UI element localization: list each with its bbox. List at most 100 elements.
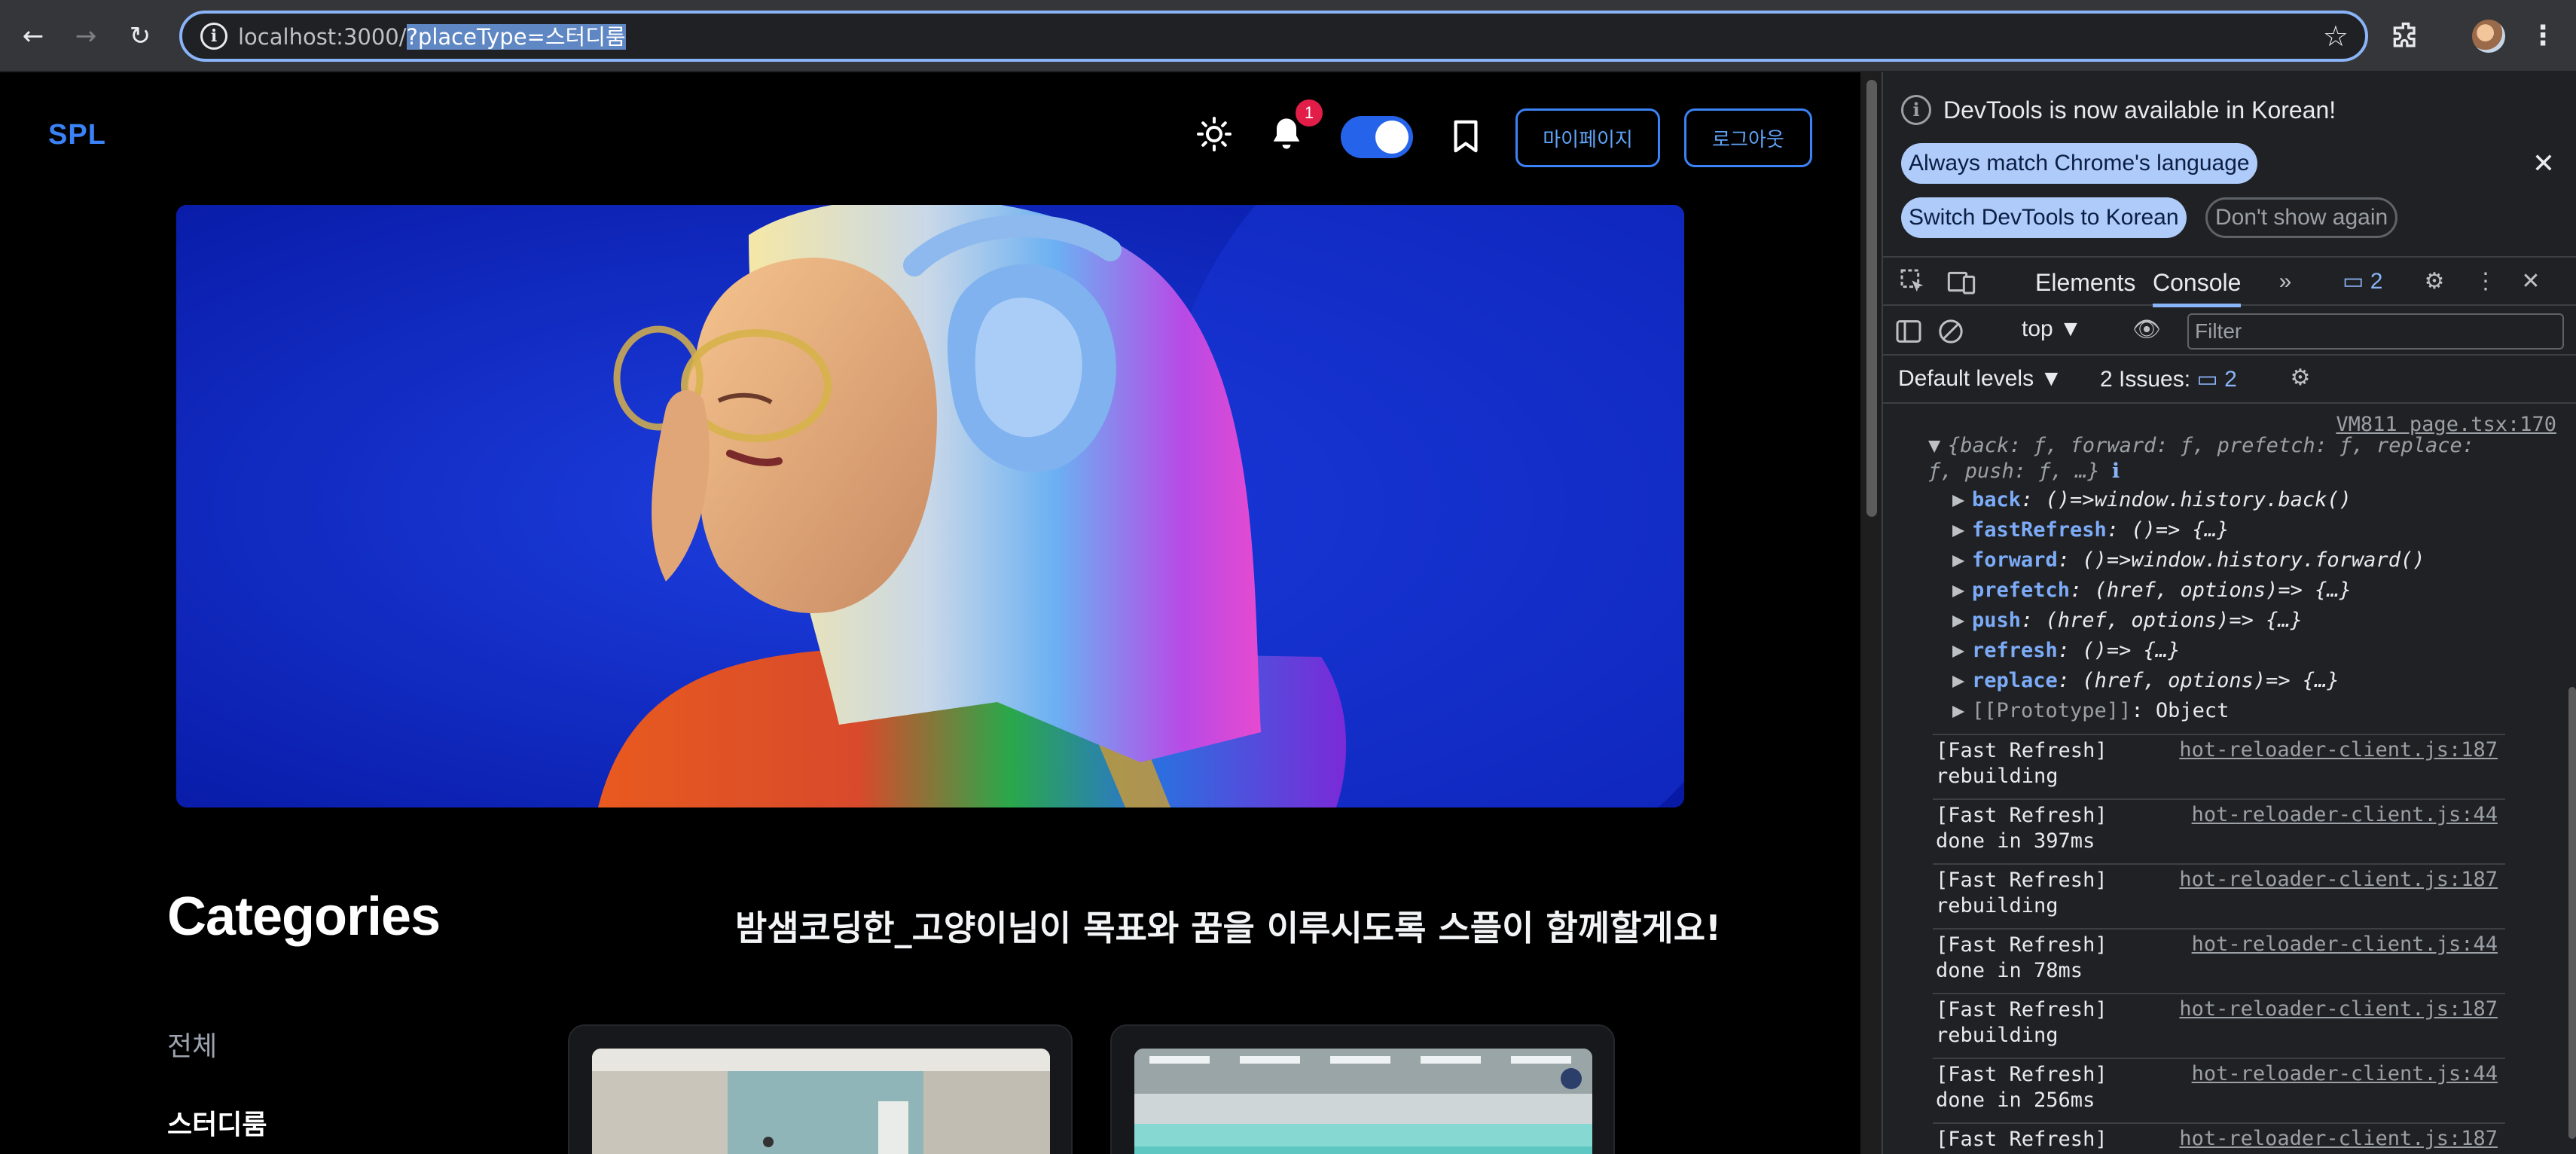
log-source-link[interactable]: hot-reloader-client.js:44 [2192, 803, 2498, 826]
expand-arrow-icon[interactable]: ▶ [1952, 518, 1972, 542]
expand-arrow-icon[interactable]: ▶ [1952, 609, 1972, 632]
object-prop[interactable]: ▶ prefetch: (href, options)=> {…} [1952, 579, 2352, 602]
hero-banner-image [176, 205, 1684, 807]
log-message: [Fast Refresh] done in 256ms [1936, 1063, 2107, 1112]
expand-arrow-icon[interactable]: ▶ [1952, 488, 1972, 511]
expand-arrow-icon[interactable]: ▶ [1952, 669, 1972, 692]
kebab-menu-icon[interactable]: ⋮ [2529, 18, 2556, 54]
context-selector[interactable]: top ▼ [2022, 316, 2082, 342]
console-log-entry: [Fast Refresh] done in 256ms hot-reloade… [1933, 1058, 2505, 1122]
prop-value: : ()=> {…} [2106, 518, 2230, 542]
place-card[interactable] [568, 1024, 1073, 1154]
more-tabs-chevron-icon[interactable]: » [2270, 267, 2300, 297]
categories-title: Categories [167, 887, 441, 947]
issues-count: 2 [2224, 367, 2237, 392]
object-prop[interactable]: ▶ refresh: ()=> {…} [1952, 639, 2180, 662]
console-log-entry: [Fast Refresh] rebuilding hot-reloader-c… [1933, 993, 2505, 1058]
expand-arrow-icon[interactable]: ▶ [1952, 699, 1972, 722]
expand-arrow-icon[interactable]: ▶ [1952, 548, 1972, 572]
clear-console-icon[interactable] [1936, 316, 1966, 347]
browser-toolbar: ← → ↻ i localhost:3000/?placeType=스터디룸 ☆… [0, 0, 2576, 72]
log-source-link[interactable]: hot-reloader-client.js:44 [2192, 1062, 2498, 1085]
log-source-link[interactable]: hot-reloader-client.js:187 [2179, 738, 2498, 762]
category-all[interactable]: 전체 [167, 1024, 217, 1064]
issues-badge[interactable]: ▭ 2 [2343, 268, 2382, 295]
log-message: [Fast Refresh] [1936, 1128, 2107, 1151]
devtools-menu-icon[interactable]: ⋮ [2471, 267, 2501, 297]
page-scrollbar-thumb[interactable] [1866, 80, 1877, 517]
log-source-link[interactable]: hot-reloader-client.js:187 [2179, 868, 2498, 891]
tab-elements[interactable]: Elements [2035, 258, 2135, 307]
place-card-image [592, 1049, 1050, 1154]
bookmark-icon[interactable] [1451, 119, 1481, 154]
site-info-icon[interactable]: i [200, 23, 227, 50]
back-arrow-icon[interactable]: ← [15, 18, 51, 54]
console-scrollbar[interactable] [2567, 404, 2576, 1154]
close-icon[interactable]: ✕ [2532, 148, 2555, 179]
close-devtools-icon[interactable]: ✕ [2516, 267, 2546, 297]
info-badge-icon: ℹ [2111, 459, 2120, 483]
prop-key: push [1972, 609, 2022, 632]
object-prop[interactable]: ▶ push: (href, options)=> {…} [1952, 609, 2303, 632]
log-levels-dropdown[interactable]: Default levels ▼ [1898, 366, 2062, 392]
settings-gear-icon[interactable]: ⚙ [2419, 267, 2449, 297]
prop-key: fastRefresh [1972, 518, 2107, 542]
web-page: SPL 1 마이페이지 로그아웃 Categories 밤샘코딩한_고양이님이 … [0, 72, 1860, 1154]
console-log-entry: [Fast Refresh] rebuilding hot-reloader-c… [1933, 863, 2505, 928]
console-source-link[interactable]: VM811 page.tsx:170 [2336, 413, 2556, 436]
console-settings-gear-icon[interactable]: ⚙ [2285, 363, 2315, 393]
forward-arrow-icon[interactable]: → [68, 18, 104, 54]
expand-arrow-icon[interactable]: ▼ [1928, 434, 1948, 457]
object-prop[interactable]: ▶ replace: (href, options)=> {…} [1952, 669, 2339, 692]
bookmark-star-icon[interactable]: ☆ [2323, 20, 2349, 53]
log-source-link[interactable]: hot-reloader-client.js:187 [2179, 997, 2498, 1021]
inspect-element-icon[interactable] [1898, 267, 1928, 297]
device-toolbar-icon[interactable] [1946, 267, 1976, 297]
switch-to-korean-button[interactable]: Switch DevTools to Korean [1901, 197, 2187, 238]
expand-arrow-icon[interactable]: ▶ [1952, 579, 1972, 602]
console-log-entry: [Fast Refresh] rebuilding hot-reloader-c… [1933, 734, 2505, 798]
object-prop[interactable]: ▶ [[Prototype]]: Object [1952, 699, 2229, 722]
object-prop[interactable]: ▶ fastRefresh: ()=> {…} [1952, 518, 2229, 542]
dark-mode-toggle[interactable] [1341, 116, 1413, 158]
category-studyroom[interactable]: 스터디룸 [167, 1103, 267, 1142]
tab-console[interactable]: Console [2153, 258, 2242, 307]
always-match-language-button[interactable]: Always match Chrome's language [1901, 143, 2257, 184]
console-log-entry: [Fast Refresh] done in 397ms hot-reloade… [1933, 798, 2505, 863]
log-source-link[interactable]: hot-reloader-client.js:44 [2192, 933, 2498, 956]
log-message: [Fast Refresh] rebuilding [1936, 739, 2107, 788]
context-value: top [2022, 316, 2053, 341]
console-filter-input[interactable]: Filter [2187, 313, 2564, 350]
sidebar-toggle-icon[interactable] [1894, 316, 1924, 347]
message-icon: ▭ [2196, 367, 2218, 392]
address-bar[interactable]: i localhost:3000/?placeType=스터디룸 ☆ [179, 11, 2368, 62]
profile-avatar[interactable] [2472, 20, 2505, 53]
prop-value: : ()=>window.history.back() [2021, 488, 2352, 511]
expand-arrow-icon[interactable]: ▶ [1952, 639, 1972, 662]
prop-key: replace [1972, 669, 2058, 692]
site-logo[interactable]: SPL [48, 119, 106, 151]
prop-key: [[Prototype]] [1972, 699, 2132, 722]
prop-key: forward [1972, 548, 2058, 572]
url-text[interactable]: localhost:3000/?placeType=스터디룸 [238, 23, 626, 51]
eye-icon[interactable]: 👁 [2132, 315, 2162, 345]
study-room-photo [592, 1049, 1050, 1154]
object-prop[interactable]: ▶ forward: ()=>window.history.forward() [1952, 548, 2425, 572]
log-message: [Fast Refresh] rebuilding [1936, 869, 2107, 917]
study-cafe-photo [1134, 1049, 1592, 1154]
object-summary[interactable]: ▼ {back: ƒ, forward: ƒ, prefetch: ƒ, repl… [1928, 434, 2474, 457]
page-scrollbar[interactable] [1860, 72, 1882, 1154]
place-card[interactable] [1110, 1024, 1615, 1154]
log-source-link[interactable]: hot-reloader-client.js:187 [2179, 1127, 2498, 1150]
dont-show-again-button[interactable]: Don't show again [2205, 197, 2398, 238]
issues-counter[interactable]: 2 Issues: ▭ 2 [2100, 366, 2237, 392]
sun-icon[interactable] [1196, 116, 1232, 152]
logout-button[interactable]: 로그아웃 [1684, 108, 1812, 167]
reload-icon[interactable]: ↻ [122, 18, 158, 54]
dropdown-caret-icon: ▼ [2059, 316, 2082, 341]
mypage-button[interactable]: 마이페이지 [1515, 108, 1660, 167]
console-scrollbar-thumb[interactable] [2568, 687, 2576, 1139]
object-prop[interactable]: ▶ back: ()=>window.history.back() [1952, 488, 2352, 511]
prop-key: refresh [1972, 639, 2058, 662]
extensions-puzzle-icon[interactable] [2389, 20, 2422, 53]
